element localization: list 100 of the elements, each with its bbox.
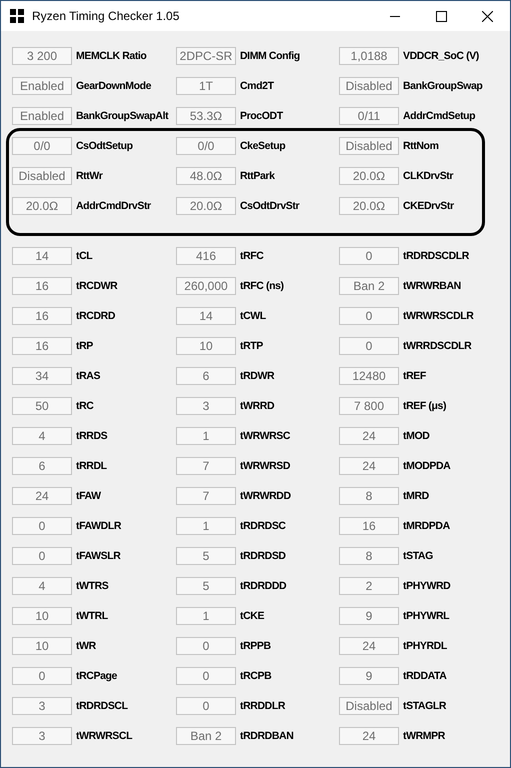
value-field: 2 xyxy=(339,577,399,595)
field-label: tRCPB xyxy=(240,670,272,682)
field-label: AddrCmdSetup xyxy=(403,110,476,122)
field-label: tRRDL xyxy=(76,460,107,472)
value-field: 16 xyxy=(12,277,72,295)
value-field: 8 xyxy=(339,487,399,505)
value-field: Ban 2 xyxy=(339,277,399,295)
value-field: 6 xyxy=(12,457,72,475)
window-title: Ryzen Timing Checker 1.05 xyxy=(32,9,180,23)
value-field: 24 xyxy=(339,427,399,445)
value-field: 2DPC-SR xyxy=(176,47,236,65)
value-field: 6 xyxy=(176,367,236,385)
field-label: tRDRDSCL xyxy=(76,700,128,712)
field-label: CLKDrvStr xyxy=(403,170,454,182)
field-label: tRCPage xyxy=(76,670,117,682)
value-field: 5 xyxy=(176,547,236,565)
value-field: 1T xyxy=(176,77,236,95)
value-field: 0 xyxy=(12,517,72,535)
field-label: ProcODT xyxy=(240,110,283,122)
value-field: 0 xyxy=(176,637,236,655)
value-field: 5 xyxy=(176,577,236,595)
field-label: tWTRL xyxy=(76,610,108,622)
value-field: 24 xyxy=(12,487,72,505)
value-field: 53.3Ω xyxy=(176,107,236,125)
field-label: tRP xyxy=(76,340,93,352)
field-label: tPHYWRL xyxy=(403,610,450,622)
value-field: 3 xyxy=(12,727,72,745)
value-field: 1 xyxy=(176,607,236,625)
field-label: CsOdtDrvStr xyxy=(240,200,300,212)
field-label: tWR xyxy=(76,640,96,652)
field-label: tRDRDSC xyxy=(240,520,286,532)
field-label: CkeSetup xyxy=(240,140,286,152)
field-label: BankGroupSwapAlt xyxy=(76,110,168,122)
value-field: 24 xyxy=(339,637,399,655)
field-label: tWRWRSC xyxy=(240,430,290,442)
field-label: tSTAGLR xyxy=(403,700,446,712)
value-field: 14 xyxy=(12,247,72,265)
field-label: tRFC xyxy=(240,250,264,262)
field-label: tCL xyxy=(76,250,92,262)
field-label: tWTRS xyxy=(76,580,108,592)
value-field: 50 xyxy=(12,397,72,415)
value-field: 20.0Ω xyxy=(339,197,399,215)
field-label: DIMM Config xyxy=(240,50,300,62)
field-label: tFAWSLR xyxy=(76,550,120,562)
field-label: tREF (μs) xyxy=(403,400,446,412)
field-label: tRDRDDD xyxy=(240,580,286,592)
field-label: RttPark xyxy=(240,170,275,182)
value-field: Ban 2 xyxy=(176,727,236,745)
value-field: 7 xyxy=(176,457,236,475)
value-field: 8 xyxy=(339,547,399,565)
close-icon xyxy=(482,10,492,22)
field-label: tREF xyxy=(403,370,426,382)
field-label: tRDRDSCDLR xyxy=(403,250,469,262)
field-label: BankGroupSwap xyxy=(403,80,482,92)
field-label: MEMCLK Ratio xyxy=(76,50,146,62)
value-field: 3 xyxy=(176,397,236,415)
field-label: tPHYWRD xyxy=(403,580,450,592)
value-field: 7 xyxy=(176,487,236,505)
field-label: tWRRD xyxy=(240,400,274,412)
field-label: tWRRDSCDLR xyxy=(403,340,472,352)
field-label: VDDCR_SoC (V) xyxy=(403,50,479,62)
value-field: 1,0188 xyxy=(339,47,399,65)
value-field: 24 xyxy=(339,727,399,745)
value-field: 0/0 xyxy=(176,137,236,155)
value-field: 20.0Ω xyxy=(12,197,72,215)
field-label: tFAW xyxy=(76,490,101,502)
field-label: AddrCmdDrvStr xyxy=(76,200,151,212)
value-field: 10 xyxy=(176,337,236,355)
field-label: tRDWR xyxy=(240,370,274,382)
value-field: Disabled xyxy=(339,77,399,95)
value-field: 0 xyxy=(339,337,399,355)
maximize-icon xyxy=(436,10,446,22)
value-field: 3 xyxy=(12,697,72,715)
field-label: tRAS xyxy=(76,370,100,382)
field-label: tMODPDA xyxy=(403,460,450,472)
field-label: tRPPB xyxy=(240,640,271,652)
value-field: 34 xyxy=(12,367,72,385)
field-label: tWRWRSCL xyxy=(76,730,132,742)
field-label: tRDDATA xyxy=(403,670,446,682)
value-field: 1 xyxy=(176,427,236,445)
value-field: 3 200 xyxy=(12,47,72,65)
field-label: tWRWRSCDLR xyxy=(403,310,474,322)
value-field: 7 800 xyxy=(339,397,399,415)
value-field: 12480 xyxy=(339,367,399,385)
value-field: 4 xyxy=(12,577,72,595)
field-label: CsOdtSetup xyxy=(76,140,133,152)
field-label: tSTAG xyxy=(403,550,433,562)
field-label: tRRDS xyxy=(76,430,108,442)
field-label: tRDRDBAN xyxy=(240,730,294,742)
value-field: 416 xyxy=(176,247,236,265)
value-field: 1 xyxy=(176,517,236,535)
field-label: tCWL xyxy=(240,310,266,322)
value-field: 9 xyxy=(339,607,399,625)
value-field: 24 xyxy=(339,457,399,475)
field-label: GearDownMode xyxy=(76,80,152,92)
value-field: 9 xyxy=(339,667,399,685)
value-field: 16 xyxy=(12,307,72,325)
field-label: tRC xyxy=(76,400,94,412)
field-label: tWRWRBAN xyxy=(403,280,461,292)
value-field: 260,000 xyxy=(176,277,236,295)
